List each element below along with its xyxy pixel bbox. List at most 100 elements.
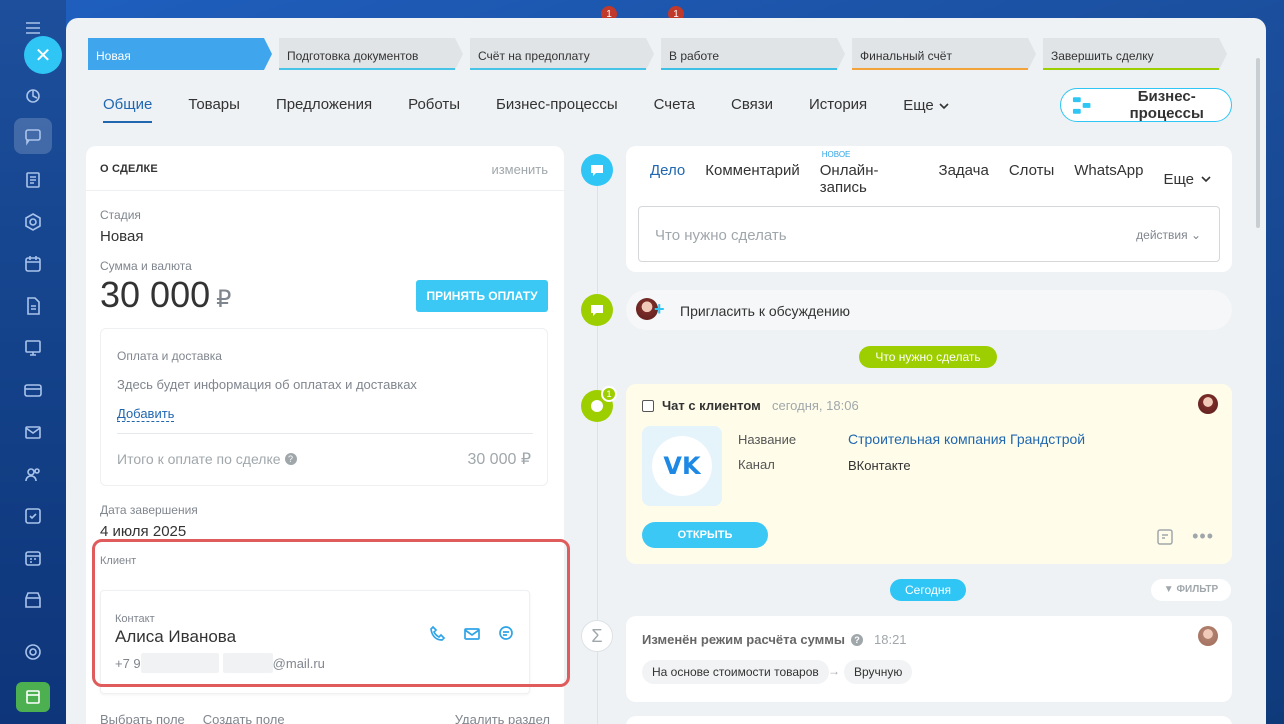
tab-general[interactable]: Общие [103, 96, 153, 123]
todo-placeholder: Что нужно сделать [655, 227, 787, 244]
workflow-icon [1072, 97, 1091, 114]
filter-button[interactable]: ▼ ФИЛЬТР [1151, 579, 1231, 601]
stage-color-line [279, 68, 455, 70]
payment-title: Оплата и доставка [117, 349, 222, 363]
chat-title: Чат с клиентом [662, 398, 761, 413]
sigma-icon: Σ [591, 625, 603, 646]
delete-section-link[interactable]: Удалить раздел [455, 712, 550, 724]
more-icon[interactable]: ••• [1192, 526, 1214, 547]
name-label: Название [738, 432, 797, 447]
stage-docs[interactable]: Подготовка документов [279, 38, 463, 70]
activity-tab-more[interactable]: Еще [1163, 162, 1212, 208]
note-icon[interactable] [1156, 528, 1174, 546]
card-icon[interactable] [19, 376, 47, 404]
document-icon[interactable] [19, 166, 47, 194]
open-chat-button[interactable]: ОТКРЫТЬ [642, 522, 768, 548]
left-sidebar [0, 0, 66, 724]
schedule-icon[interactable] [19, 544, 47, 572]
payment-delivery-box: Оплата и доставка Здесь будет информация… [100, 328, 548, 486]
vk-icon: VK [652, 436, 712, 496]
stage-label: Счёт на предоплату [478, 49, 590, 63]
stage-finish[interactable]: Завершить сделку [1043, 38, 1227, 70]
choose-field-link[interactable]: Выбрать поле [100, 712, 185, 724]
deal-sum[interactable]: 30 000 ₽ [100, 274, 231, 316]
close-date-value[interactable]: 4 июля 2025 [100, 523, 186, 540]
total-label-text: Итого к оплате по сделке [117, 451, 281, 467]
stage-color-line [661, 68, 837, 70]
file-icon[interactable] [19, 292, 47, 320]
contacts-icon[interactable] [19, 460, 47, 488]
business-processes-button[interactable]: Бизнес-процессы [1060, 88, 1232, 122]
mail-icon[interactable] [19, 418, 47, 446]
actions-dropdown[interactable]: действия ⌄ [1136, 228, 1201, 242]
history-entry [626, 716, 1232, 724]
history-entry: Изменён режим расчёта суммы ? 18:21 На о… [626, 616, 1232, 702]
close-button[interactable]: ✕ [24, 36, 62, 74]
tab-products[interactable]: Товары [188, 96, 240, 123]
chat-time: сегодня, 18:06 [772, 398, 859, 413]
avatar[interactable] [1198, 626, 1218, 646]
stage-in-work[interactable]: В работе [661, 38, 845, 70]
todo-input[interactable]: Что нужно сделать действия ⌄ [638, 206, 1220, 262]
tab-more[interactable]: Еще [903, 96, 950, 123]
chat-icon[interactable] [14, 118, 52, 154]
stage-field-value[interactable]: Новая [100, 228, 143, 245]
gear-icon[interactable] [19, 638, 47, 666]
tab-offers[interactable]: Предложения [276, 96, 372, 123]
highlight-frame [92, 539, 570, 687]
activity-tab-comment[interactable]: Комментарий [705, 162, 799, 208]
stage-label: Новая [96, 49, 131, 63]
done-checkbox[interactable] [642, 400, 654, 412]
payment-info: Здесь будет информация об оплатах и дост… [117, 377, 417, 392]
client-chat-card: Чат с клиентом сегодня, 18:06 VK Названи… [626, 384, 1232, 564]
sum-field-label: Сумма и валюта [100, 259, 192, 273]
help-icon[interactable]: ? [284, 453, 297, 465]
store-icon[interactable] [19, 586, 47, 614]
tasks-icon[interactable] [19, 502, 47, 530]
stage-new[interactable]: Новая [88, 38, 272, 70]
avatar[interactable] [1198, 394, 1218, 414]
stage-label: В работе [669, 49, 720, 63]
todo-section-pill: Что нужно сделать [859, 346, 997, 368]
activity-tab-slots[interactable]: Слоты [1009, 162, 1054, 208]
board-icon[interactable] [19, 334, 47, 362]
filter-label: ФИЛЬТР [1176, 584, 1219, 595]
help-icon[interactable]: ? [851, 633, 863, 646]
activity-tab-whatsapp[interactable]: WhatsApp [1074, 162, 1143, 208]
stage-final-invoice[interactable]: Финальный счёт [852, 38, 1036, 70]
plus-icon: + [654, 299, 665, 319]
accept-payment-button[interactable]: ПРИНЯТЬ ОПЛАТУ [416, 280, 548, 312]
tab-invoices[interactable]: Счета [654, 96, 695, 123]
app-icon[interactable] [16, 682, 50, 712]
edit-link[interactable]: изменить [491, 162, 548, 177]
stage-prepay[interactable]: Счёт на предоплату [470, 38, 654, 70]
activity-tab-deal[interactable]: Дело [650, 162, 686, 208]
company-link[interactable]: Строительная компания Грандстрой [848, 431, 1085, 447]
scrollbar[interactable] [1256, 58, 1260, 228]
tab-business-processes[interactable]: Бизнес-процессы [496, 96, 618, 123]
currency-symbol: ₽ [216, 286, 232, 313]
payment-total-value: 30 000 ₽ [467, 451, 531, 468]
history-title-text: Изменён режим расчёта суммы [642, 632, 845, 647]
vk-logo-tile: VK [642, 426, 722, 506]
chat-bubble-icon [591, 400, 603, 412]
activity-editor: Дело Комментарий НОВОЕ Онлайн-запись Зад… [626, 146, 1232, 272]
divider [117, 433, 533, 434]
invite-discussion[interactable]: + Пригласить к обсуждению [626, 290, 1232, 330]
deal-panel: Новая Подготовка документов Счёт на пред… [66, 18, 1266, 724]
crm-icon[interactable] [19, 208, 47, 236]
stage-color-line [1043, 68, 1219, 70]
create-field-link[interactable]: Создать поле [203, 712, 285, 724]
tab-robots[interactable]: Роботы [408, 96, 460, 123]
chat-counter-badge: 1 [601, 386, 617, 402]
comment-icon [591, 165, 603, 176]
chevron-down-icon: ⌄ [1190, 228, 1201, 242]
calendar-icon[interactable] [19, 250, 47, 278]
activity-tab-booking[interactable]: НОВОЕ Онлайн-запись [820, 150, 919, 208]
stage-color-line [852, 68, 1028, 70]
tab-links[interactable]: Связи [731, 96, 773, 123]
tab-history[interactable]: История [809, 96, 867, 123]
pulse-icon[interactable] [19, 82, 47, 110]
activity-tab-task[interactable]: Задача [939, 162, 989, 208]
add-payment-link[interactable]: Добавить [117, 406, 175, 422]
